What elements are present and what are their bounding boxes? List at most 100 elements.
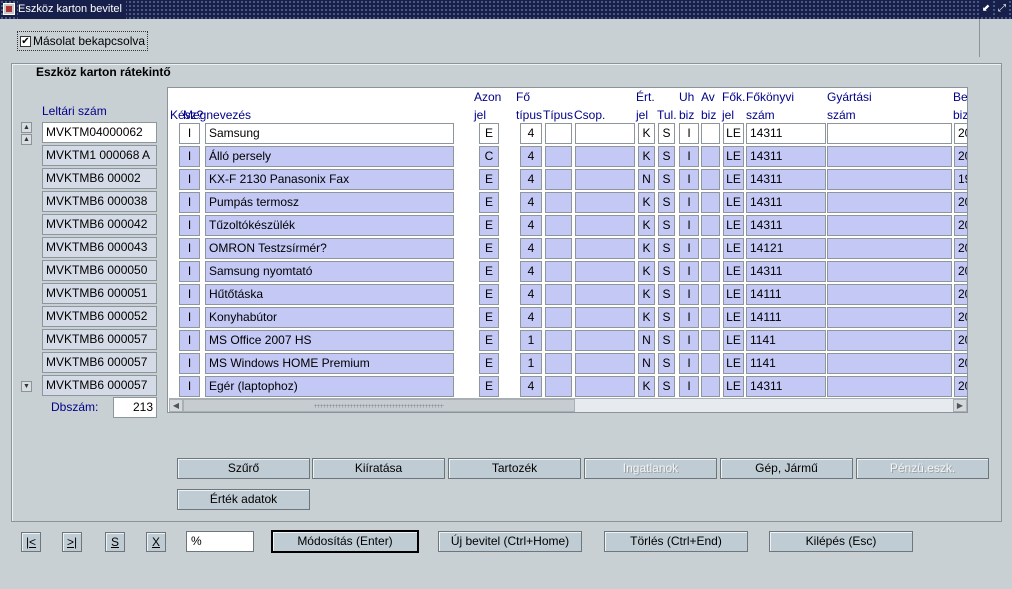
cell-av[interactable] — [701, 261, 720, 282]
cell-fotipus[interactable]: 1 — [520, 353, 542, 374]
cell-fok[interactable]: LE — [723, 192, 744, 213]
cell-tul[interactable]: S — [658, 330, 675, 351]
cell-uh[interactable]: I — [679, 284, 699, 305]
cell-gyartasi[interactable] — [827, 353, 952, 374]
accessory-button[interactable]: Tartozék — [448, 458, 581, 479]
cell-tul[interactable]: S — [658, 376, 675, 397]
cell-av[interactable] — [701, 169, 720, 190]
last-record-button[interactable]: >| — [62, 532, 82, 552]
cell-megnevezes[interactable]: OMRON Testzsírmér? — [205, 238, 454, 259]
cell-megnevezes[interactable]: Pumpás termosz — [205, 192, 454, 213]
cell-uh[interactable]: I — [679, 330, 699, 351]
cell-tipus[interactable] — [545, 330, 572, 351]
cell-megnevezes[interactable]: Konyhabútor — [205, 307, 454, 328]
save-button[interactable]: S — [105, 532, 125, 552]
cell-fok[interactable]: LE — [723, 238, 744, 259]
cell-fotipus[interactable]: 4 — [520, 123, 542, 144]
cell-uh[interactable]: I — [679, 376, 699, 397]
cell-av[interactable] — [701, 238, 720, 259]
cell-ert[interactable]: K — [638, 376, 655, 397]
cell-tipus[interactable] — [545, 261, 572, 282]
cell-uh[interactable]: I — [679, 307, 699, 328]
cell-megnevezes[interactable]: MS Office 2007 HS — [205, 330, 454, 351]
cell-csop[interactable] — [575, 353, 635, 374]
cell-fokonyvi[interactable]: 14111 — [746, 284, 826, 305]
cell-be[interactable]: 20 — [954, 146, 967, 167]
cell-megnevezes[interactable]: Álló persely — [205, 146, 454, 167]
cell-tipus[interactable] — [545, 376, 572, 397]
cell-csop[interactable] — [575, 261, 635, 282]
cell-fokonyvi[interactable]: 14311 — [746, 376, 826, 397]
scroll-up-icon[interactable]: ▲ — [21, 122, 32, 133]
cell-tipus[interactable] — [545, 215, 572, 236]
cell-av[interactable] — [701, 307, 720, 328]
cell-fokonyvi[interactable]: 14311 — [746, 146, 826, 167]
cell-tul[interactable]: S — [658, 169, 675, 190]
cell-be[interactable]: 19 — [954, 169, 967, 190]
cell-tipus[interactable] — [545, 169, 572, 190]
cell-fokonyvi[interactable]: 14311 — [746, 169, 826, 190]
cell-tul[interactable]: S — [658, 123, 675, 144]
cell-be[interactable]: 20 — [954, 376, 967, 397]
cell-gyartasi[interactable] — [827, 215, 952, 236]
cell-uh[interactable]: I — [679, 261, 699, 282]
modify-button[interactable]: Módosítás (Enter) — [272, 531, 418, 552]
cell-csop[interactable] — [575, 376, 635, 397]
cell-av[interactable] — [701, 192, 720, 213]
cell-fokonyvi[interactable]: 1141 — [746, 353, 826, 374]
cell-leltari[interactable]: MVKTMB6 000051 — [42, 283, 157, 304]
cell-ert[interactable]: K — [638, 307, 655, 328]
cell-ert[interactable]: N — [638, 169, 655, 190]
cell-kesz[interactable]: I — [179, 146, 200, 167]
cell-leltari[interactable]: MVKTMB6 000057 — [42, 329, 157, 350]
cell-av[interactable] — [701, 123, 720, 144]
cell-ert[interactable]: K — [638, 215, 655, 236]
cell-azon[interactable]: E — [479, 261, 499, 282]
cell-uh[interactable]: I — [679, 353, 699, 374]
cell-megnevezes[interactable]: Egér (laptophoz) — [205, 376, 454, 397]
scroll-up-secondary-icon[interactable]: ▲ — [21, 134, 32, 145]
cell-av[interactable] — [701, 284, 720, 305]
cell-csop[interactable] — [575, 146, 635, 167]
cell-megnevezes[interactable]: Samsung nyomtató — [205, 261, 454, 282]
cell-tul[interactable]: S — [658, 307, 675, 328]
cell-fokonyvi[interactable]: 14121 — [746, 238, 826, 259]
cell-fok[interactable]: LE — [723, 169, 744, 190]
cell-be[interactable]: 20 — [954, 192, 967, 213]
cell-tipus[interactable] — [545, 284, 572, 305]
cell-leltari[interactable]: MVKTM04000062 — [42, 122, 157, 143]
cell-be[interactable]: 20 — [954, 284, 967, 305]
cell-fotipus[interactable]: 4 — [520, 238, 542, 259]
cell-leltari[interactable]: MVKTM1 000068 A — [42, 145, 157, 166]
cell-fokonyvi[interactable]: 14111 — [746, 307, 826, 328]
cell-gyartasi[interactable] — [827, 376, 952, 397]
maximize-icon[interactable]: ⤢ — [995, 1, 1009, 17]
cell-csop[interactable] — [575, 307, 635, 328]
scroll-right-icon[interactable]: ▶ — [953, 399, 967, 412]
cell-be[interactable]: 20 — [954, 215, 967, 236]
cell-ert[interactable]: K — [638, 192, 655, 213]
cell-kesz[interactable]: I — [179, 192, 200, 213]
cell-azon[interactable]: E — [479, 169, 499, 190]
cell-megnevezes[interactable]: Hűtőtáska — [205, 284, 454, 305]
cell-av[interactable] — [701, 215, 720, 236]
cell-kesz[interactable]: I — [179, 284, 200, 305]
cell-gyartasi[interactable] — [827, 330, 952, 351]
cell-av[interactable] — [701, 376, 720, 397]
cell-tul[interactable]: S — [658, 353, 675, 374]
cell-tul[interactable]: S — [658, 238, 675, 259]
cell-ert[interactable]: K — [638, 261, 655, 282]
cell-gyartasi[interactable] — [827, 284, 952, 305]
cell-kesz[interactable]: I — [179, 238, 200, 259]
cell-uh[interactable]: I — [679, 192, 699, 213]
cell-tipus[interactable] — [545, 123, 572, 144]
cell-kesz[interactable]: I — [179, 169, 200, 190]
cell-azon[interactable]: E — [479, 123, 499, 144]
cell-fok[interactable]: LE — [723, 146, 744, 167]
cell-be[interactable]: 20 — [954, 261, 967, 282]
cell-gyartasi[interactable] — [827, 123, 952, 144]
cell-fok[interactable]: LE — [723, 353, 744, 374]
cell-kesz[interactable]: I — [179, 330, 200, 351]
cell-gyartasi[interactable] — [827, 169, 952, 190]
cell-fokonyvi[interactable]: 14311 — [746, 215, 826, 236]
